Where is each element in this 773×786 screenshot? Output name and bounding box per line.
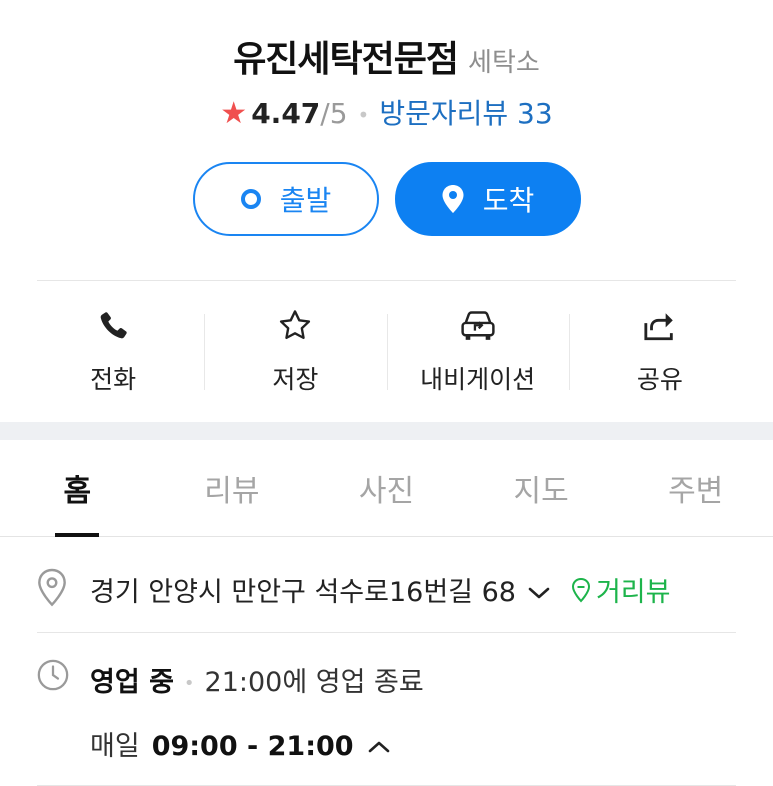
star-outline-icon [276,306,314,346]
divider [37,632,736,633]
place-header: 유진세탁전문점 세탁소 ★4.47/5 • 방문자리뷰 33 출발 도착 전화 [0,0,773,422]
separator-dot: • [183,673,195,694]
action-bar: 전화 저장 내비게이션 공유 [22,300,751,400]
rating-score: 4.47 [251,97,321,130]
tab-photos[interactable]: 사진 [309,440,464,536]
start-button-label: 출발 [279,184,332,217]
car-navigation-icon [458,306,498,346]
location-pin-icon [441,184,465,214]
separator-dot: • [357,103,370,127]
tab-reviews[interactable]: 리뷰 [155,440,310,536]
route-buttons: 출발 도착 [0,162,773,236]
tab-map[interactable]: 지도 [464,440,619,536]
destination-button[interactable]: 도착 [394,162,581,236]
save-label: 저장 [272,365,319,394]
call-label: 전화 [90,365,137,394]
call-action[interactable]: 전화 [22,300,204,400]
rating-row: ★ 4.47/5 • 방문자리뷰 33 [0,92,773,132]
hours-day-label: 매일 [90,731,140,762]
hours-row: 영업 중 • 21:00에 영업 종료 매일 09:00 - 21:00 [0,652,773,772]
share-icon [641,306,679,346]
place-category: 세탁소 [468,48,540,78]
phone-icon [96,306,130,346]
tab-nearby[interactable]: 주변 [618,440,773,536]
tab-bar: 홈 리뷰 사진 지도 주변 [0,440,773,537]
tab-home[interactable]: 홈 [0,440,155,536]
navigation-action[interactable]: 내비게이션 [386,300,569,400]
navigation-label: 내비게이션 [420,365,536,394]
chevron-up-icon[interactable] [366,732,392,763]
rating-max: /5 [320,97,348,130]
share-label: 공유 [636,365,683,394]
title-row: 유진세탁전문점 세탁소 [0,30,773,82]
address-text: 경기 안양시 만안구 석수로16번길 68 [90,577,516,608]
street-view-label: 거리뷰 [595,577,671,608]
address-line: 경기 안양시 만안구 석수로16번길 68 거리뷰 [90,570,671,610]
visitor-review-link[interactable]: 방문자리뷰 33 [379,97,552,130]
start-dot-icon [240,188,262,210]
hours-detail-line[interactable]: 매일 09:00 - 21:00 [90,724,392,763]
street-view-pin-icon [570,577,592,610]
open-status: 영업 중 [90,667,174,698]
closing-time: 21:00에 영업 종료 [204,667,424,698]
map-pin-icon [36,568,68,612]
star-filled-icon: ★ [220,96,248,131]
place-name: 유진세탁전문점 [233,39,459,80]
start-button[interactable]: 출발 [192,162,379,236]
save-action[interactable]: 저장 [204,300,386,400]
address-row: 경기 안양시 만안구 석수로16번길 68 거리뷰 [0,560,773,632]
section-separator [0,422,773,440]
street-view-link[interactable]: 거리뷰 [570,577,671,608]
share-action[interactable]: 공유 [568,300,751,400]
hours-status-line: 영업 중 • 21:00에 영업 종료 [90,660,424,699]
chevron-down-icon[interactable] [526,578,552,609]
divider [37,280,736,281]
clock-icon [36,658,70,696]
hours-range: 09:00 - 21:00 [151,731,354,762]
destination-button-label: 도착 [482,184,535,217]
